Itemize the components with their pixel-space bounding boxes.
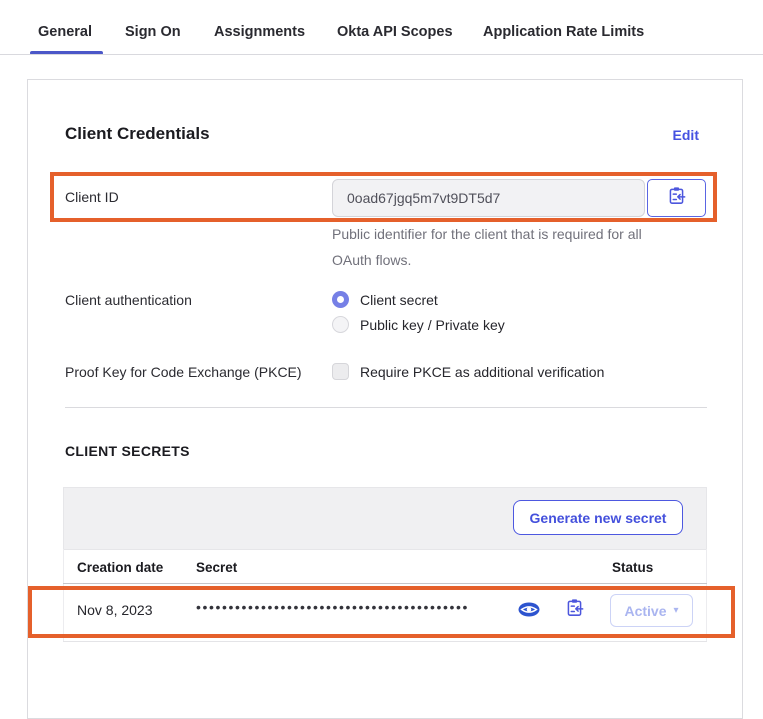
tab-sign-on[interactable]: Sign On (125, 24, 181, 40)
secret-status-label: Active (624, 603, 666, 619)
client-secrets-heading: CLIENT SECRETS (65, 443, 190, 459)
tabbar-divider (0, 54, 763, 55)
pkce-checkbox[interactable] (332, 363, 349, 380)
radio-client-secret[interactable] (332, 291, 349, 308)
copy-client-id-button[interactable] (647, 179, 706, 217)
pkce-label: Proof Key for Code Exchange (PKCE) (65, 364, 302, 380)
client-id-description: Public identifier for the client that is… (332, 221, 692, 273)
section-title: Client Credentials (65, 124, 210, 144)
client-id-description-line2: OAuth flows. (332, 247, 692, 273)
eye-icon (518, 604, 540, 621)
radio-public-private-key-label[interactable]: Public key / Private key (360, 317, 505, 333)
client-id-field[interactable]: 0oad67jgq5m7vt9DT5d7 (332, 179, 645, 217)
client-id-description-line1: Public identifier for the client that is… (332, 221, 692, 247)
clipboard-copy-icon (667, 186, 686, 210)
section-divider (65, 407, 707, 408)
generate-new-secret-button[interactable]: Generate new secret (513, 500, 683, 535)
column-header-secret: Secret (196, 560, 237, 575)
reveal-secret-button[interactable] (518, 602, 540, 617)
tab-assignments[interactable]: Assignments (214, 24, 305, 40)
secret-status-dropdown[interactable]: Active ▾ (610, 594, 693, 627)
tab-okta-api-scopes[interactable]: Okta API Scopes (337, 24, 453, 40)
secret-masked-value: ••••••••••••••••••••••••••••••••••••••••… (196, 599, 514, 615)
radio-client-secret-label[interactable]: Client secret (360, 292, 438, 308)
tab-application-rate-limits[interactable]: Application Rate Limits (483, 24, 644, 40)
column-header-creation-date: Creation date (77, 560, 163, 575)
radio-public-private-key[interactable] (332, 316, 349, 333)
client-authentication-label: Client authentication (65, 292, 192, 308)
table-header-border (63, 583, 707, 584)
pkce-checkbox-label[interactable]: Require PKCE as additional verification (360, 364, 604, 380)
table-row-border (63, 641, 707, 642)
column-header-status: Status (612, 560, 653, 575)
secret-creation-date: Nov 8, 2023 (77, 602, 153, 618)
edit-link[interactable]: Edit (673, 127, 699, 143)
radio-selected-dot (337, 296, 344, 303)
client-id-label: Client ID (65, 189, 119, 205)
copy-secret-button[interactable] (565, 598, 585, 618)
chevron-down-icon: ▾ (674, 605, 679, 616)
tab-general[interactable]: General (38, 24, 92, 40)
clipboard-copy-icon (565, 604, 584, 621)
